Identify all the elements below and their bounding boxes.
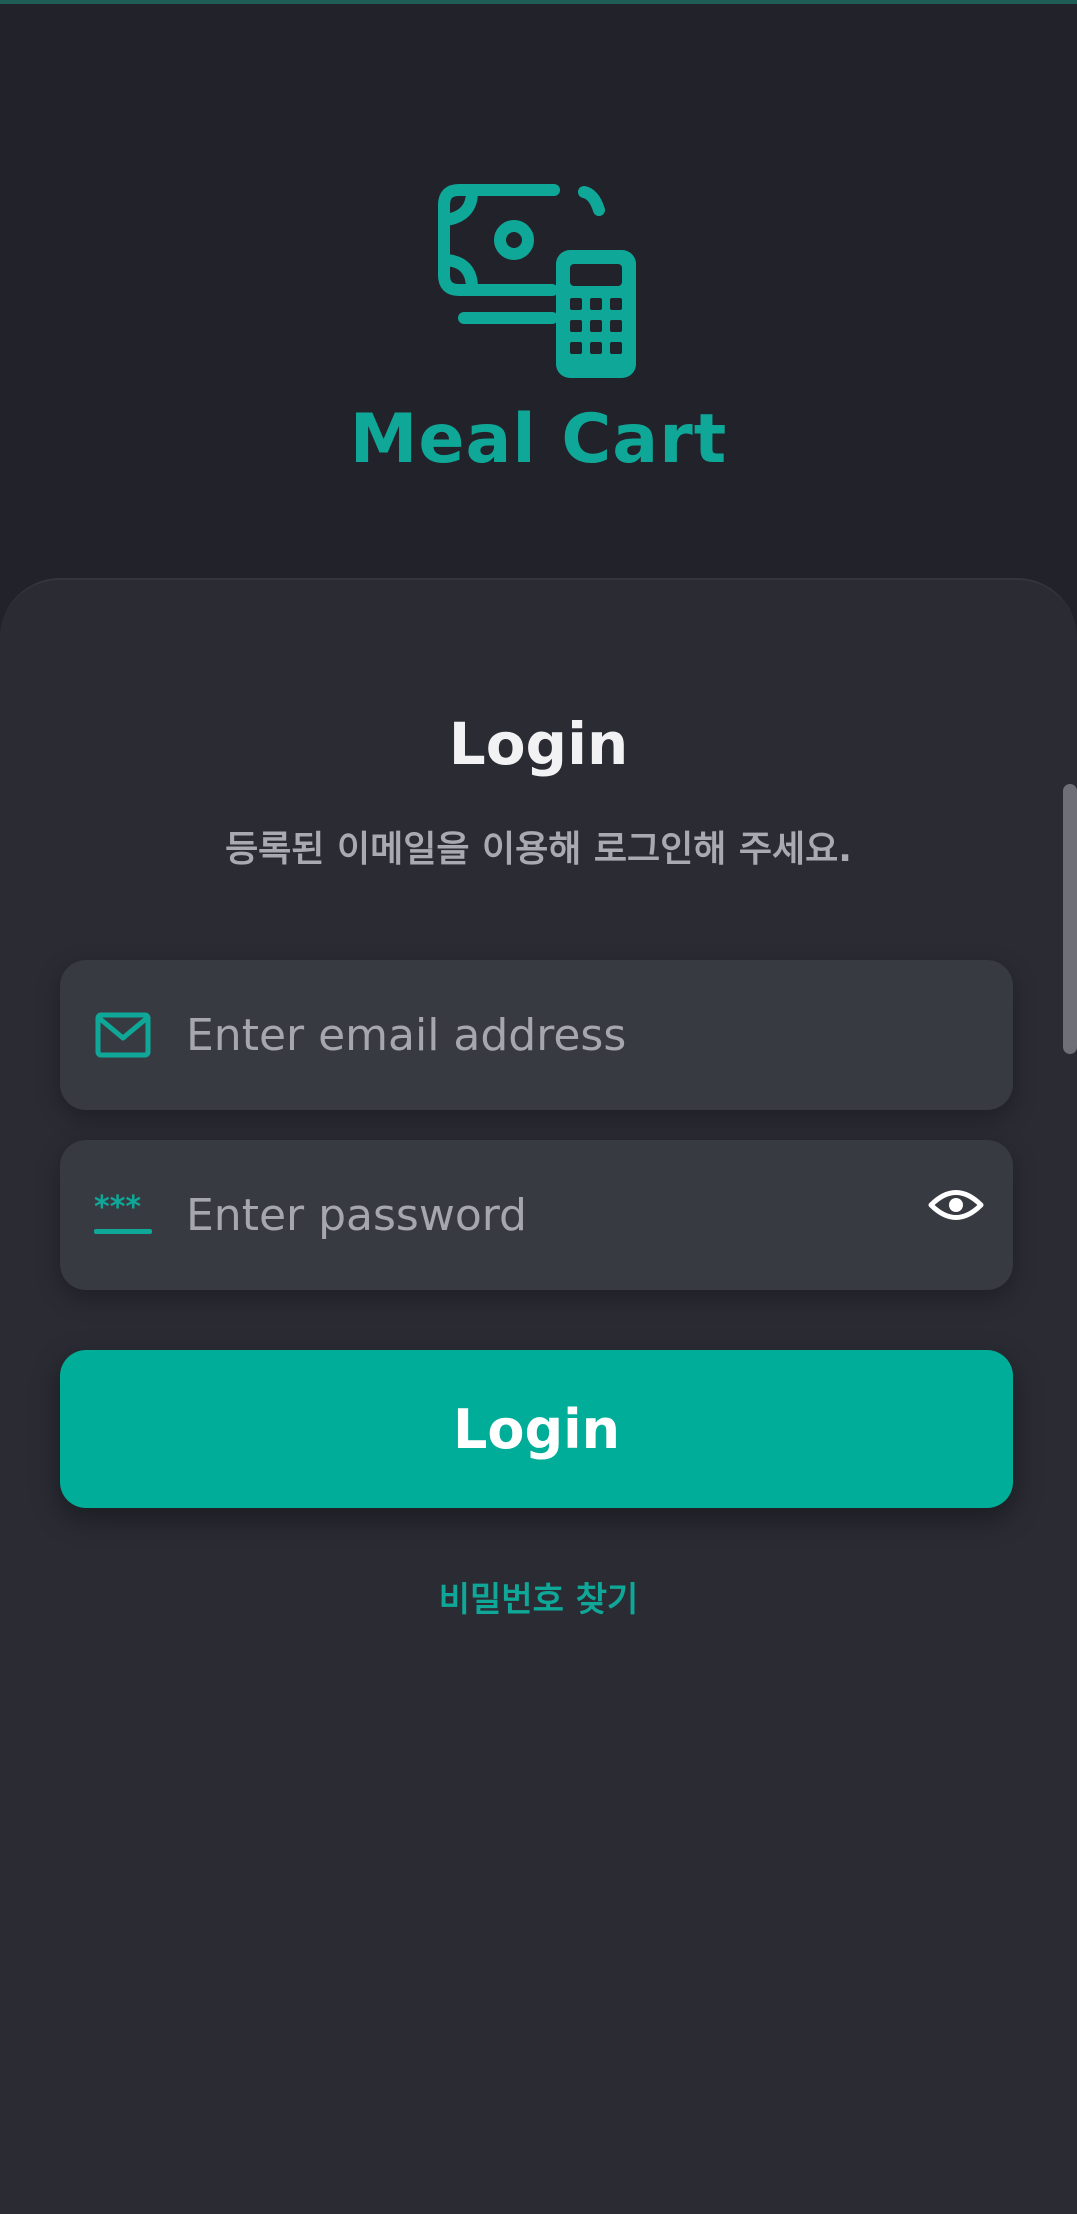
eye-icon[interactable] bbox=[927, 1176, 985, 1234]
forgot-password-link[interactable]: 비밀번호 찾기 bbox=[0, 1572, 1077, 1621]
password-field[interactable]: *** bbox=[60, 1140, 1013, 1290]
password-input[interactable] bbox=[186, 1140, 906, 1290]
mail-icon bbox=[95, 1012, 151, 1058]
app-name: Meal Cart bbox=[349, 400, 728, 479]
login-title: Login bbox=[448, 710, 629, 778]
email-field[interactable] bbox=[60, 960, 1013, 1110]
login-button[interactable]: Login bbox=[60, 1350, 1013, 1508]
cash-calculator-icon bbox=[437, 184, 636, 378]
scrollbar[interactable] bbox=[1063, 784, 1077, 1054]
login-card: Login 등록된 이메일을 이용해 로그인해 주세요. *** Login 비… bbox=[0, 578, 1077, 2214]
logo bbox=[0, 180, 1077, 384]
password-dots-icon: *** bbox=[94, 1190, 152, 1234]
svg-text:***: *** bbox=[94, 1190, 141, 1225]
status-bar-strip bbox=[0, 0, 1077, 4]
login-subtitle: 등록된 이메일을 이용해 로그인해 주세요. bbox=[225, 829, 852, 870]
email-input[interactable] bbox=[186, 960, 906, 1110]
